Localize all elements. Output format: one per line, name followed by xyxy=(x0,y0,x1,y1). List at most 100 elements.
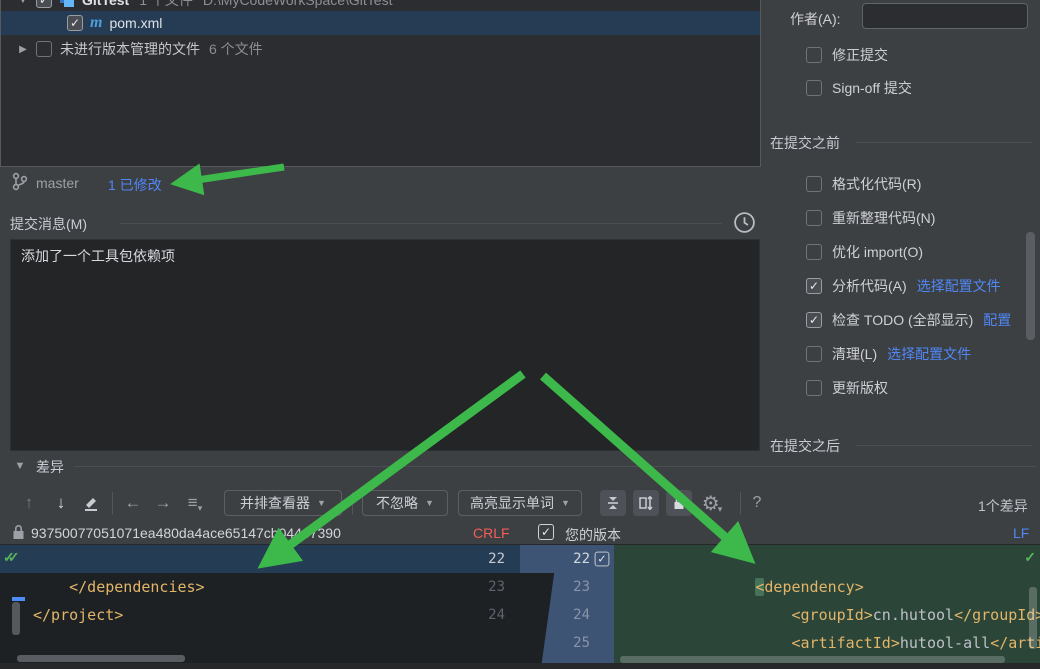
signoff-checkbox[interactable]: ✓ xyxy=(806,80,822,96)
option-row-optimize-imports[interactable]: ✓ 优化 import(O) xyxy=(806,243,923,261)
option-row-update-copyright[interactable]: ✓ 更新版权 xyxy=(806,379,888,397)
author-input[interactable] xyxy=(862,3,1028,29)
whitespace-value: 不忽略 xyxy=(376,495,419,511)
commit-tool-window: ▼ ✓ GitTest 1 个文件 D:\MyCodeWorkSpace\Git… xyxy=(0,0,1040,669)
rearrange-checkbox[interactable]: ✓ xyxy=(806,210,822,226)
left-stripe-mark xyxy=(12,597,25,601)
left-encoding-badge[interactable]: CRLF xyxy=(473,525,510,541)
changelist-name: GitTest xyxy=(82,0,130,8)
chevron-down-icon: ▼ xyxy=(317,498,326,508)
right-vertical-scrollbar[interactable] xyxy=(1029,587,1037,649)
cleanup-checkbox[interactable]: ✓ xyxy=(806,346,822,362)
left-vertical-scrollbar[interactable] xyxy=(12,602,20,635)
unversioned-label: 未进行版本管理的文件 xyxy=(60,41,200,57)
sync-scroll-icon[interactable] xyxy=(633,490,659,516)
options-scrollbar-thumb[interactable] xyxy=(1026,232,1035,340)
option-label: 更新版权 xyxy=(832,380,888,396)
analyze-checkbox[interactable]: ✓ xyxy=(806,278,822,294)
tree-row-unversioned[interactable]: ▶ ✓ 未进行版本管理的文件 6 个文件 xyxy=(1,37,760,61)
left-code-line: </dependencies> xyxy=(33,578,205,596)
tree-row-pom-xml[interactable]: ✓ m pom.xml xyxy=(1,11,760,35)
changelist-file-count: 1 个文件 xyxy=(139,0,193,8)
amend-label: 修正提交 xyxy=(832,47,888,63)
right-code-line-22: <dependency> xyxy=(647,545,864,596)
revision-hash: 93750077051071ea480da4ace65147cb04467390 xyxy=(31,525,341,541)
prev-change-icon[interactable]: ↑ xyxy=(16,490,42,516)
diff-header-divider xyxy=(74,466,1036,467)
toolbar-separator xyxy=(112,492,113,514)
right-line-number: 23 xyxy=(573,579,590,595)
modified-files-link[interactable]: 1 已修改 xyxy=(108,175,162,195)
module-icon xyxy=(60,0,74,7)
unversioned-checkbox[interactable]: ✓ xyxy=(36,41,52,57)
option-label: 分析代码(A) xyxy=(832,278,907,294)
branch-name[interactable]: master xyxy=(36,175,79,191)
update-copyright-checkbox[interactable]: ✓ xyxy=(806,380,822,396)
left-horizontal-scrollbar[interactable] xyxy=(17,655,185,662)
right-code-line-23: <groupId>cn.hutool</groupId> xyxy=(647,573,1040,624)
cleanup-profile-link[interactable]: 选择配置文件 xyxy=(887,344,971,364)
format-checkbox[interactable]: ✓ xyxy=(806,176,822,192)
readonly-lock-icon xyxy=(12,524,25,540)
viewer-mode-value: 并排查看器 xyxy=(240,495,311,511)
back-icon[interactable]: ← xyxy=(120,490,146,516)
option-row-check-todo[interactable]: ✓ 检查 TODO (全部显示) 配置 xyxy=(806,311,1011,329)
analyze-profile-link[interactable]: 选择配置文件 xyxy=(917,276,1001,296)
amend-checkbox[interactable]: ✓ xyxy=(806,47,822,63)
right-line-number: 22 xyxy=(573,551,590,567)
diff-editors: ✓✓ </dependencies> </project> 22 23 24 2… xyxy=(0,545,1040,669)
highlight-mode-value: 高亮显示单词 xyxy=(470,495,555,511)
option-row-format[interactable]: ✓ 格式化代码(R) xyxy=(806,175,921,193)
chevron-right-icon[interactable]: ▶ xyxy=(17,44,29,55)
toolbar-separator xyxy=(740,492,741,514)
arrow-to-modified-link xyxy=(170,163,285,196)
after-commit-header: 在提交之后 xyxy=(770,438,840,454)
maven-icon: m xyxy=(90,14,103,31)
todo-configure-link[interactable]: 配置 xyxy=(983,310,1011,330)
changelist-path: D:\MyCodeWorkSpace\GitTest xyxy=(202,0,393,8)
option-row-rearrange[interactable]: ✓ 重新整理代码(N) xyxy=(806,209,935,227)
pom-checkbox[interactable]: ✓ xyxy=(67,15,83,31)
diff-header: 差异 xyxy=(36,459,64,475)
check-todo-checkbox[interactable]: ✓ xyxy=(806,312,822,328)
forward-icon[interactable]: → xyxy=(150,490,176,516)
option-label: 格式化代码(R) xyxy=(832,176,922,192)
left-selected-line xyxy=(0,545,520,573)
applied-double-check-icon: ✓✓ xyxy=(3,549,20,565)
option-row-analyze[interactable]: ✓ 分析代码(A) 选择配置文件 xyxy=(806,277,1001,295)
option-label: 优化 import(O) xyxy=(832,244,923,260)
diff-left-pane[interactable]: ✓✓ </dependencies> </project> 22 23 24 xyxy=(0,545,520,669)
diff-collapse-chevron-icon[interactable]: ▼ xyxy=(14,460,26,472)
option-row-cleanup[interactable]: ✓ 清理(L) 选择配置文件 xyxy=(806,345,971,363)
browse-changes-menu-icon[interactable]: ≡ ▾ xyxy=(182,490,208,516)
changelist-checkbox[interactable]: ✓ xyxy=(36,0,52,8)
next-change-icon[interactable]: ↓ xyxy=(48,490,74,516)
chevron-down-icon[interactable]: ▼ xyxy=(17,0,29,6)
collapse-unchanged-icon[interactable] xyxy=(600,490,626,516)
left-line-number: 22 xyxy=(488,551,505,567)
change-line-checkbox[interactable]: ✓ xyxy=(594,551,610,567)
amend-commit-row[interactable]: ✓ 修正提交 xyxy=(806,46,888,64)
help-icon[interactable]: ? xyxy=(744,490,770,516)
viewer-mode-dropdown[interactable]: 并排查看器 ▼ xyxy=(224,490,342,516)
chevron-down-icon: ▼ xyxy=(561,498,570,508)
optimize-imports-checkbox[interactable]: ✓ xyxy=(806,244,822,260)
whitespace-dropdown[interactable]: 不忽略 ▼ xyxy=(362,490,448,516)
after-commit-divider xyxy=(856,445,1032,446)
signoff-commit-row[interactable]: ✓ Sign-off 提交 xyxy=(806,79,912,97)
align-changes-lock-icon[interactable] xyxy=(666,490,692,516)
editor-settings-gear-icon[interactable]: ⚙ ▾ xyxy=(700,490,726,516)
highlight-mode-dropdown[interactable]: 高亮显示单词 ▼ xyxy=(458,490,582,516)
changes-tree-panel: ▼ ✓ GitTest 1 个文件 D:\MyCodeWorkSpace\Git… xyxy=(0,0,761,167)
right-horizontal-scrollbar[interactable] xyxy=(620,656,1005,663)
include-change-checkbox[interactable]: ✓ xyxy=(538,524,554,540)
before-commit-header: 在提交之前 xyxy=(770,135,840,151)
diff-right-pane[interactable]: <dependency> <groupId>cn.hutool</groupId… xyxy=(614,545,1040,669)
commit-message-input[interactable]: 添加了一个工具包依赖项 xyxy=(10,239,760,451)
diff-right-gutter: 22 ✓ 23 24 25 26 xyxy=(558,545,614,669)
jump-to-source-icon[interactable] xyxy=(78,490,104,516)
message-history-icon[interactable] xyxy=(733,211,756,234)
right-code-line-24: <artifactId>hutool-all</artifactId> xyxy=(647,601,1040,652)
right-line-number: 24 xyxy=(573,607,590,623)
right-encoding-badge[interactable]: LF xyxy=(1013,525,1029,541)
